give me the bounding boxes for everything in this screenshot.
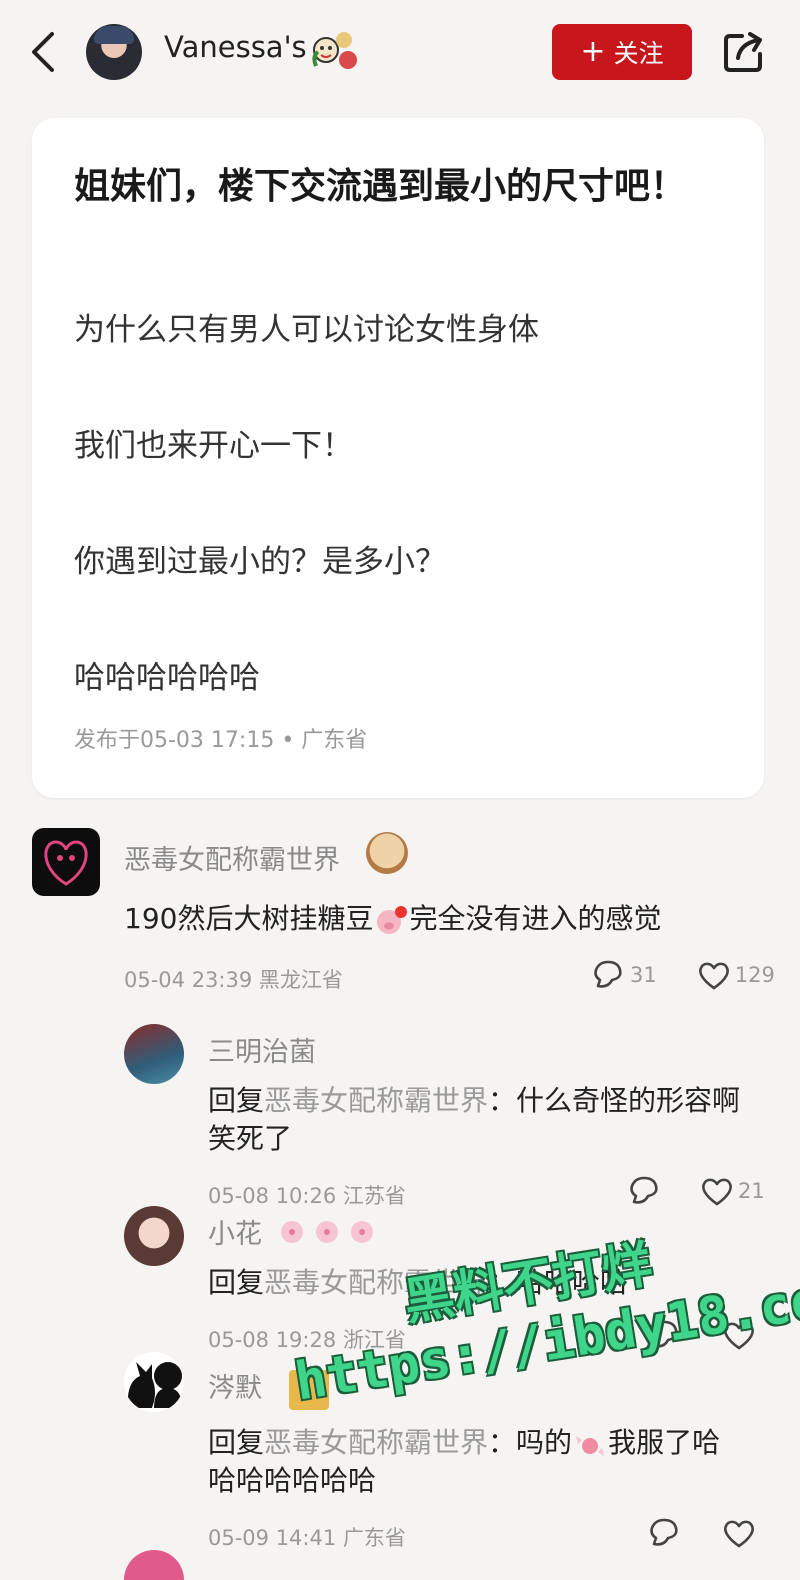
reply-text: 回复恶毒女配称霸世界：什么奇怪的形容啊笑死了	[208, 1084, 741, 1155]
comment-avatar[interactable]	[32, 828, 100, 896]
sticker-icon	[288, 1369, 329, 1410]
sakura-emoji-icon	[277, 1217, 377, 1254]
reply-icon	[650, 1320, 678, 1348]
reply-author[interactable]: 涔默	[208, 1366, 329, 1410]
back-arrow-icon	[32, 32, 54, 72]
back-button[interactable]	[26, 30, 62, 74]
reply-icon	[630, 1176, 658, 1204]
share-icon	[724, 32, 762, 72]
flower-emoji-icon	[308, 26, 360, 76]
reply-author[interactable]: 小花	[208, 1212, 377, 1254]
comment-actions: 31 129	[590, 958, 775, 992]
post-body-line: 你遇到过最小的？是多小？	[74, 544, 446, 580]
post-title: 姐妹们，楼下交流遇到最小的尺寸吧！	[74, 166, 687, 207]
author-name[interactable]: Vanessa's	[164, 30, 307, 64]
reply-actions	[646, 1516, 756, 1550]
like-button[interactable]	[722, 1320, 756, 1350]
reply-text: 回复恶毒女配称霸世界：吗的 我服了哈哈哈哈哈哈哈	[208, 1426, 721, 1497]
post-body-line: 哈哈哈哈哈哈	[74, 660, 260, 696]
reply-meta: 05-08 10:26 江苏省	[208, 1184, 406, 1208]
reply-text: 回复恶毒女配称霸世界：哈哈哈哈	[208, 1266, 629, 1299]
reply-avatar[interactable]	[124, 1024, 184, 1084]
reply-icon	[650, 1518, 678, 1546]
reply-button[interactable]	[646, 1318, 682, 1352]
follow-button[interactable]: + 关注	[552, 24, 692, 80]
reply-avatar[interactable]	[124, 1550, 184, 1580]
cookie-badge-icon	[366, 832, 408, 874]
reply-button[interactable]	[626, 1174, 662, 1208]
reply-actions: 21	[626, 1174, 765, 1208]
author-avatar[interactable]	[86, 24, 142, 80]
like-button[interactable]: 21	[700, 1176, 765, 1206]
comment-author[interactable]: 恶毒女配称霸世界	[124, 838, 340, 877]
share-button[interactable]	[720, 28, 768, 76]
reply-button[interactable]	[646, 1516, 682, 1550]
heart-icon	[724, 1322, 754, 1350]
candy-emoji-icon	[572, 1428, 608, 1460]
reply-avatar[interactable]	[124, 1206, 184, 1266]
heart-icon	[698, 962, 729, 990]
post-body-line: 为什么只有男人可以讨论女性身体	[74, 312, 539, 348]
reply-meta: 05-09 14:41 广东省	[208, 1526, 406, 1550]
heart-icon	[724, 1520, 754, 1548]
reply-button[interactable]: 31	[590, 958, 657, 992]
top-bar: Vanessa's + 关注	[0, 0, 800, 105]
like-button[interactable]: 129	[697, 960, 775, 990]
like-button[interactable]	[722, 1518, 756, 1548]
post-meta: 发布于05-03 17:15 • 广东省	[74, 728, 368, 753]
pig-emoji-icon	[373, 904, 409, 936]
post-card: 姐妹们，楼下交流遇到最小的尺寸吧！ 为什么只有男人可以讨论女性身体 我们也来开心…	[32, 118, 764, 798]
reply-actions	[646, 1318, 756, 1352]
comment-meta: 05-04 23:39 黑龙江省	[124, 968, 343, 992]
comment-text: 190然后大树挂糖豆 完全没有进入的感觉	[124, 902, 662, 936]
post-body-line: 我们也来开心一下！	[74, 428, 353, 464]
heart-icon	[702, 1178, 732, 1206]
reply-icon	[594, 960, 622, 988]
reply-meta: 05-08 19:28 浙江省	[208, 1328, 406, 1352]
plus-icon: +	[580, 34, 606, 69]
follow-label: 关注	[613, 39, 664, 68]
reply-author[interactable]: 三明治菌	[208, 1030, 316, 1069]
reply-avatar[interactable]	[124, 1352, 184, 1412]
